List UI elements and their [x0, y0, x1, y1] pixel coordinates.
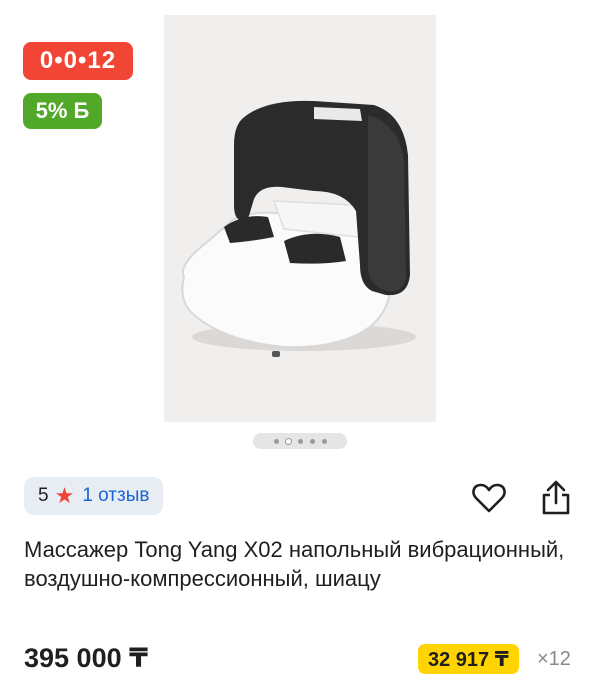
heart-icon	[472, 483, 506, 513]
product-image	[164, 15, 436, 422]
promo-timer-badge: 0•0•12	[23, 42, 133, 80]
gallery-dot[interactable]	[297, 438, 303, 444]
product-title: Массажер Tong Yang X02 напольный вибраци…	[24, 537, 565, 591]
gallery-dot[interactable]	[309, 438, 315, 444]
gallery-dot-active[interactable]	[285, 438, 291, 444]
installment-months: ×12	[537, 648, 571, 670]
bonus-badge: 5% Б	[23, 93, 102, 129]
gallery-pagination[interactable]	[253, 433, 347, 449]
star-icon: ★	[54, 483, 75, 508]
gallery-dot[interactable]	[321, 438, 327, 444]
share-icon	[542, 480, 570, 515]
gallery-dot[interactable]	[273, 438, 279, 444]
product-image-gallery[interactable]	[164, 15, 436, 422]
installment-price-badge[interactable]: 32 917 ₸	[418, 644, 519, 674]
rating-score: 5	[38, 485, 49, 506]
rating-badge[interactable]: 5 ★ 1 отзыв	[24, 477, 164, 515]
favorite-button[interactable]	[469, 478, 509, 518]
share-button[interactable]	[536, 478, 576, 518]
product-price: 395 000 ₸	[24, 643, 148, 673]
reviews-link[interactable]: 1 отзыв	[82, 485, 149, 507]
